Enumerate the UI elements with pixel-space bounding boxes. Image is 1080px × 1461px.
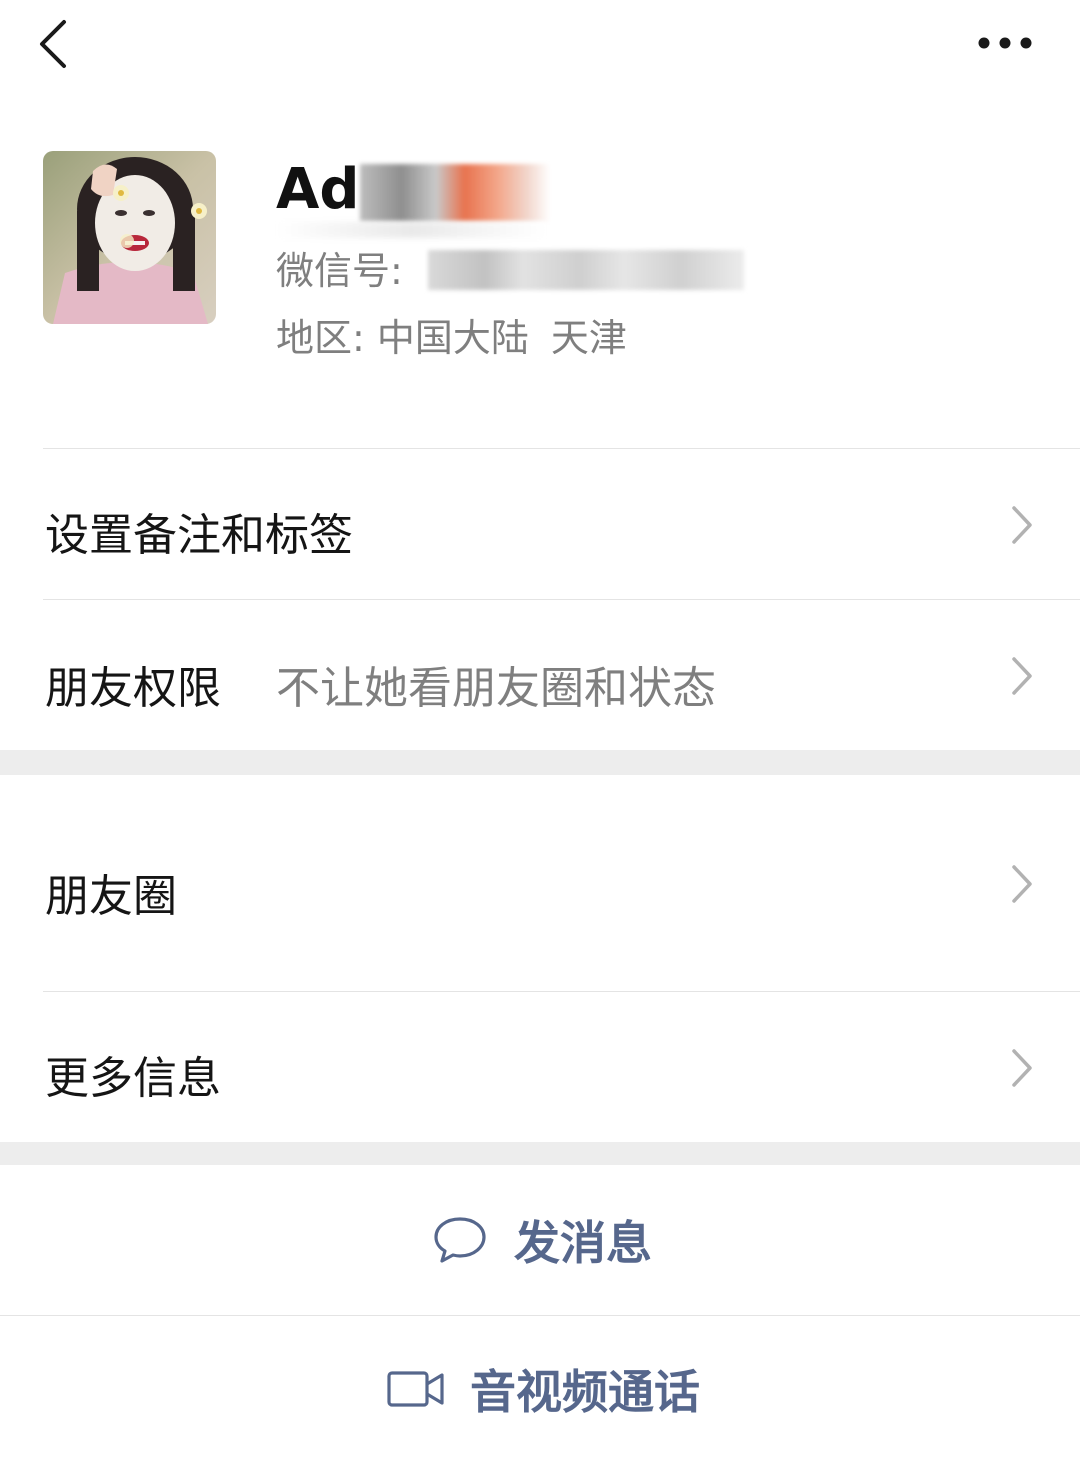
moments-row[interactable]: 朋友圈 (0, 775, 1080, 991)
region-country: 中国大陆 (376, 316, 529, 360)
friend-permission-row[interactable]: 朋友权限 不让她看朋友圈和状态 (0, 600, 1080, 750)
section-gap (0, 750, 1080, 775)
region-city: 天津 (550, 316, 627, 360)
nickname: Ad (276, 157, 360, 222)
av-call-button[interactable]: 音视频通话 (0, 1316, 1080, 1461)
moments-label: 朋友圈 (45, 871, 177, 922)
wechat-id-row: 微信号: (276, 248, 403, 294)
more-info-label: 更多信息 (45, 1053, 221, 1104)
more-info-row[interactable]: 更多信息 (0, 992, 1080, 1142)
region-row: 地区: 中国大陆 天津 (276, 315, 627, 361)
region-label: 地区: (276, 316, 365, 360)
chat-bubble-icon (434, 1217, 486, 1263)
video-camera-icon (387, 1370, 444, 1407)
chevron-right-icon (1012, 865, 1032, 903)
chevron-right-icon (1012, 657, 1032, 695)
ellipsis-icon[interactable] (974, 30, 1036, 56)
section-gap (0, 1142, 1080, 1165)
friend-permission-label: 朋友权限 (45, 663, 221, 714)
send-message-button[interactable]: 发消息 (0, 1165, 1080, 1315)
remark-tags-label: 设置备注和标签 (45, 510, 353, 561)
chevron-left-icon[interactable] (32, 18, 76, 70)
top-bar (0, 0, 1080, 90)
profile-header: Ad 微信号: 地区: 中国大陆 天津 (0, 90, 1080, 448)
friend-permission-value: 不让她看朋友圈和状态 (276, 663, 716, 714)
chevron-right-icon (1012, 506, 1032, 544)
remark-tags-row[interactable]: 设置备注和标签 (0, 449, 1080, 599)
nickname-redaction-shadow (276, 222, 546, 238)
nickname-redaction (360, 164, 550, 222)
chevron-right-icon (1012, 1049, 1032, 1087)
wechat-id-label: 微信号: (276, 249, 403, 293)
send-message-label: 发消息 (514, 1216, 652, 1270)
av-call-label: 音视频通话 (470, 1364, 700, 1419)
avatar[interactable] (43, 151, 216, 324)
wechat-id-redaction (428, 250, 744, 290)
